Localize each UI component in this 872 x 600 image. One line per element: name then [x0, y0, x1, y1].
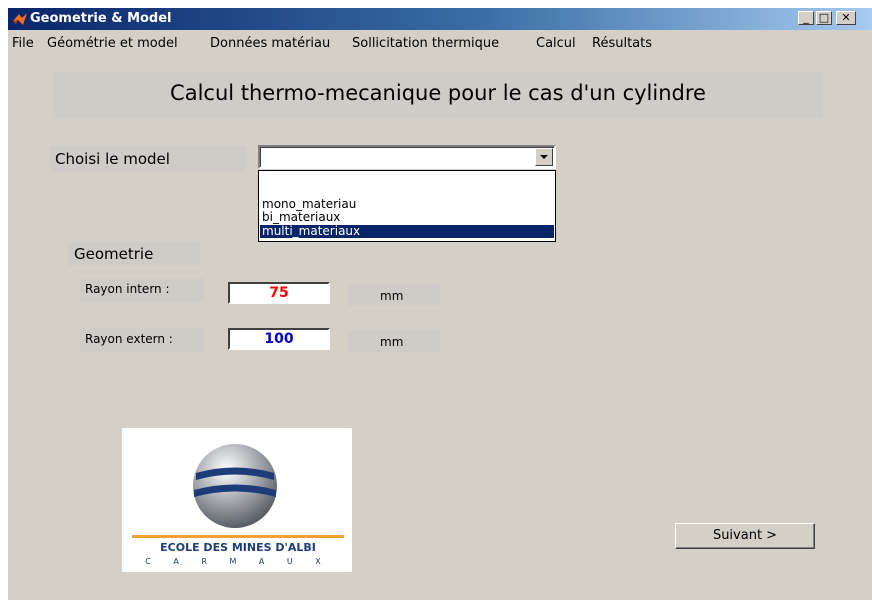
rayon-extern-input[interactable]: 100 — [228, 328, 330, 350]
page-title: Calcul thermo-mecanique pour le cas d'un… — [170, 81, 706, 105]
dropdown-toggle-button[interactable] — [535, 148, 553, 166]
rayon-extern-unit: mm — [380, 335, 404, 349]
menu-sollicitation[interactable]: Sollicitation thermique — [352, 36, 499, 51]
geometry-label-panel: Geometrie — [68, 242, 200, 266]
chevron-down-icon — [540, 155, 548, 159]
rayon-intern-unit-panel: mm — [348, 284, 440, 306]
model-dropdown-list: mono_materiau bi_materiaux multi_materia… — [258, 170, 556, 242]
menu-donnees-materiau[interactable]: Données matériau — [210, 36, 330, 51]
minimize-button[interactable]: _ — [798, 11, 814, 25]
app-window: Geometrie & Model _ □ ✕ File Géométrie e… — [8, 8, 872, 600]
menu-calcul[interactable]: Calcul — [536, 36, 576, 51]
heading-panel: Calcul thermo-mecanique pour le cas d'un… — [53, 72, 823, 118]
rayon-extern-label: Rayon extern : — [85, 332, 173, 346]
suivant-button[interactable]: Suivant > — [675, 523, 815, 549]
model-label-panel: Choisi le model — [50, 146, 246, 172]
menu-bar: File Géométrie et model Données matériau… — [8, 32, 872, 54]
option-multi-materiaux[interactable]: multi_materiaux — [260, 225, 554, 238]
menu-geometrie[interactable]: Géométrie et model — [47, 36, 178, 51]
rayon-extern-label-panel: Rayon extern : — [80, 328, 204, 352]
menu-file[interactable]: File — [12, 36, 34, 51]
model-label: Choisi le model — [55, 150, 170, 168]
geometry-section-label: Geometrie — [74, 245, 154, 263]
matlab-icon — [13, 13, 27, 25]
logo-text-line2: C A R M A U X — [145, 557, 331, 566]
window-title: Geometrie & Model — [30, 11, 172, 26]
title-bar: Geometrie & Model _ □ ✕ — [8, 8, 872, 30]
ecole-des-mines-logo: ECOLE DES MINES D'ALBI C A R M A U X — [122, 428, 352, 572]
maximize-button[interactable]: □ — [816, 11, 832, 25]
menu-resultats[interactable]: Résultats — [592, 36, 652, 51]
rayon-intern-unit: mm — [380, 289, 404, 303]
rayon-intern-input[interactable]: 75 — [228, 282, 330, 304]
rayon-extern-unit-panel: mm — [348, 330, 440, 352]
model-select[interactable] — [258, 145, 556, 169]
option-bi-materiaux[interactable]: bi_materiaux — [260, 211, 554, 224]
logo-text-line1: ECOLE DES MINES D'ALBI — [160, 541, 316, 554]
rayon-intern-label-panel: Rayon intern : — [80, 278, 204, 302]
rayon-intern-label: Rayon intern : — [85, 282, 170, 296]
close-button[interactable]: ✕ — [836, 11, 856, 25]
